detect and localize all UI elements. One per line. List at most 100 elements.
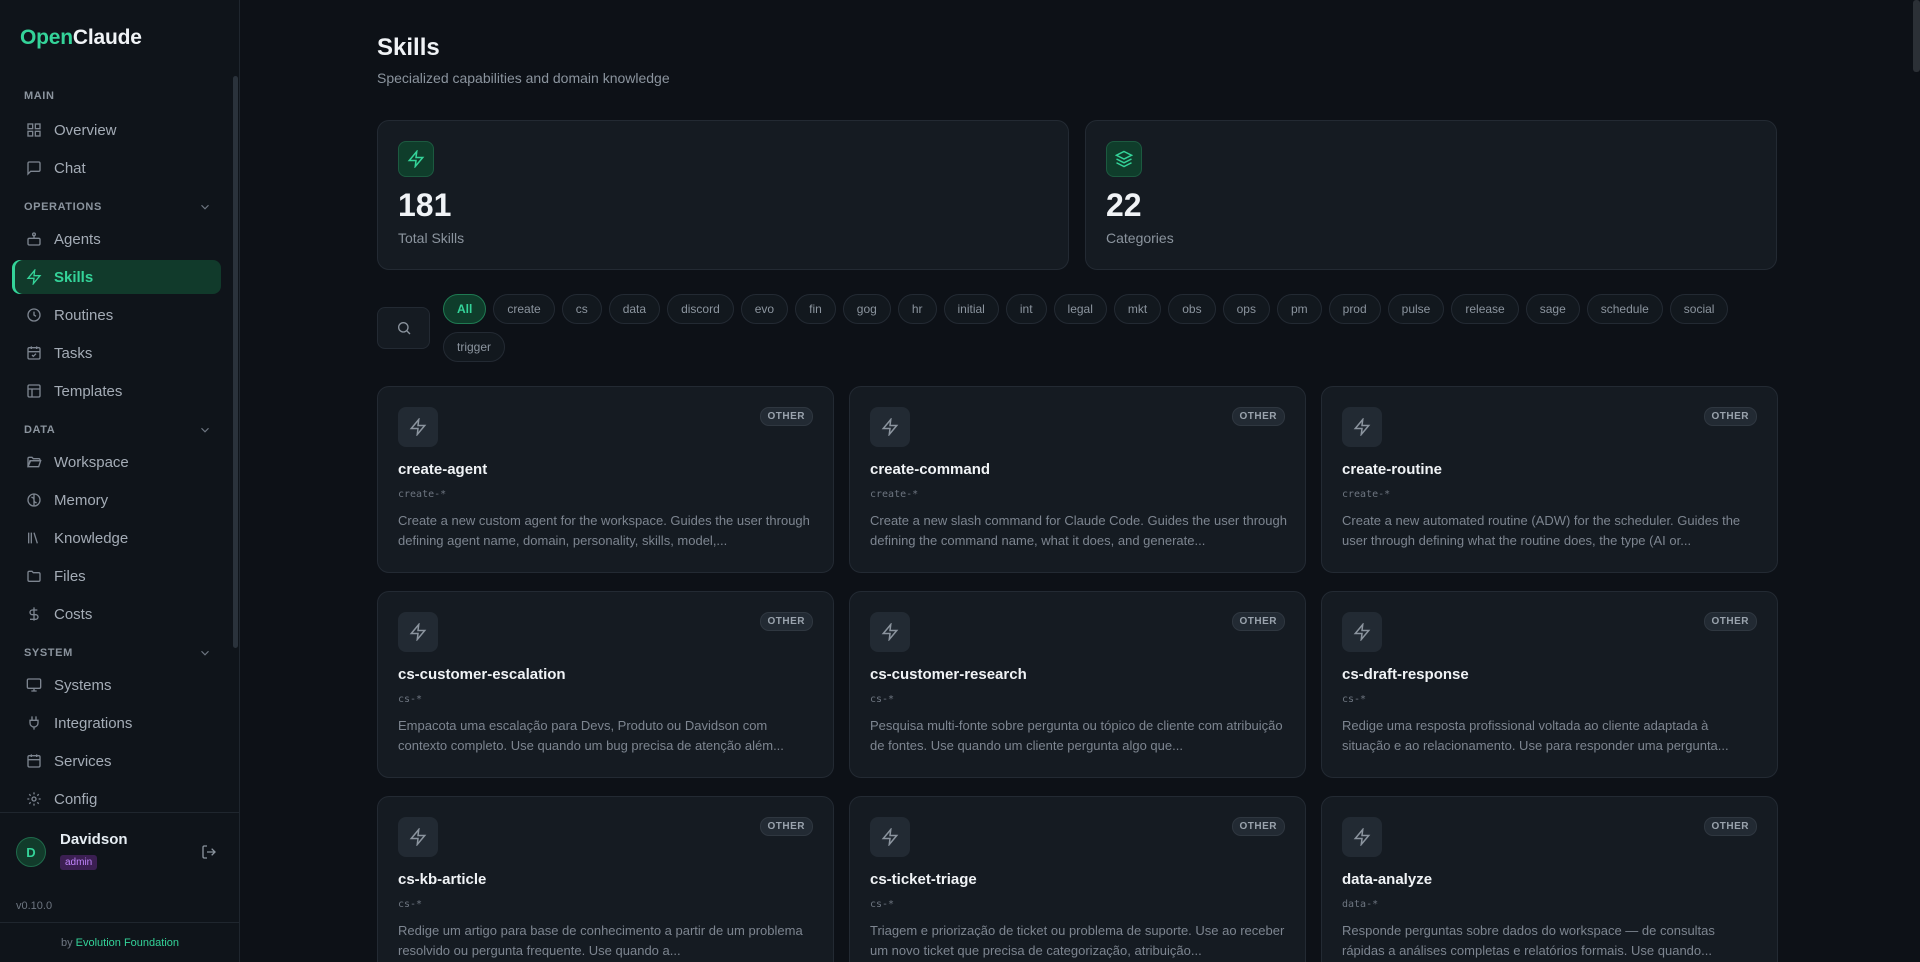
avatar[interactable]: D xyxy=(16,837,46,867)
sidebar-item-agents[interactable]: Agents xyxy=(12,222,221,256)
sidebar-item-label: Overview xyxy=(54,121,117,139)
sidebar-item-label: Agents xyxy=(54,230,101,248)
sidebar-item-integrations[interactable]: Integrations xyxy=(12,706,221,740)
skill-pattern: cs-* xyxy=(1342,694,1367,705)
skill-card[interactable]: OTHER create-command create-* Create a new … xyxy=(849,386,1306,573)
section-system[interactable]: SYSTEM xyxy=(24,647,209,659)
layout-icon xyxy=(27,384,41,398)
zap-icon xyxy=(870,612,910,652)
filter-chip[interactable]: fin xyxy=(795,294,836,324)
stat-label: Categories xyxy=(1106,230,1174,246)
filter-chip[interactable]: ops xyxy=(1222,294,1270,324)
stat-value: 22 xyxy=(1106,187,1142,223)
filter-chip[interactable]: create xyxy=(493,294,555,324)
sidebar-item-label: Workspace xyxy=(54,453,129,471)
filter-chip[interactable]: All xyxy=(443,294,487,324)
filter-chip[interactable]: trigger xyxy=(443,332,506,362)
filter-chip[interactable]: legal xyxy=(1053,294,1107,324)
sidebar-item-files[interactable]: Files xyxy=(12,559,221,593)
filter-chip[interactable]: int xyxy=(1005,294,1047,324)
page-scrollbar[interactable] xyxy=(1913,0,1920,72)
skill-card[interactable]: OTHER create-routine create-* Create a new … xyxy=(1321,386,1778,573)
monitor-icon xyxy=(26,678,42,692)
sidebar-item-chat[interactable]: Chat xyxy=(12,151,221,185)
app-version: v0.10.0 xyxy=(16,900,53,912)
filter-chip[interactable]: hr xyxy=(897,294,937,324)
sidebar-item-config[interactable]: Config xyxy=(12,782,221,816)
sidebar-item-label: Tasks xyxy=(54,344,93,362)
stat-card-total-skills: 181 Total Skills xyxy=(377,120,1069,270)
filter-chip[interactable]: initial xyxy=(943,294,999,324)
grid-icon xyxy=(27,123,41,137)
skill-card[interactable]: OTHER cs-customer-research cs-* Pesquisa mu… xyxy=(849,591,1306,778)
skill-description: Redige uma resposta profissional voltada… xyxy=(1342,718,1729,753)
skill-description: Responde perguntas sobre dados do worksp… xyxy=(1342,923,1715,958)
filter-chip[interactable]: prod xyxy=(1328,294,1381,324)
footer-by: by xyxy=(60,937,73,949)
search-button[interactable] xyxy=(377,307,430,349)
sidebar-item-routines[interactable]: Routines xyxy=(12,298,221,332)
filter-chip[interactable]: data xyxy=(608,294,661,324)
skill-card[interactable]: OTHER cs-ticket-triage cs-* Triagem e prior… xyxy=(849,796,1306,962)
sidebar-scrollbar[interactable] xyxy=(233,76,238,648)
sidebar-item-knowledge[interactable]: Knowledge xyxy=(12,521,221,555)
sidebar-item-services[interactable]: Services xyxy=(12,744,221,778)
footer-brand-link[interactable]: Evolution Foundation xyxy=(76,937,179,949)
skill-pattern: cs-* xyxy=(870,694,895,705)
logo-claude-text: Claude xyxy=(72,26,142,49)
skill-card[interactable]: OTHER cs-customer-escalation cs-* Empacota … xyxy=(377,591,834,778)
chevron-down-icon xyxy=(201,204,209,210)
zap-icon xyxy=(1342,407,1382,447)
stat-label: Total Skills xyxy=(398,230,465,246)
chevron-down-icon xyxy=(201,650,209,656)
skill-card[interactable]: OTHER cs-kb-article cs-* Redige um artigo p… xyxy=(377,796,834,962)
skill-name: create-agent xyxy=(398,461,488,478)
sidebar-item-tasks[interactable]: Tasks xyxy=(12,336,221,370)
sidebar-item-systems[interactable]: Systems xyxy=(12,668,221,702)
search-icon xyxy=(397,322,410,335)
section-data[interactable]: DATA xyxy=(24,424,209,436)
sidebar-item-templates[interactable]: Templates xyxy=(12,374,221,408)
category-badge: OTHER xyxy=(1703,407,1757,426)
sidebar-item-costs[interactable]: Costs xyxy=(12,597,221,631)
skill-card[interactable]: OTHER cs-draft-response cs-* Redige uma res… xyxy=(1321,591,1778,778)
sidebar-item-skills[interactable]: Skills xyxy=(12,260,221,294)
filter-chip[interactable]: social xyxy=(1669,294,1729,324)
skill-card[interactable]: OTHER create-agent create-* Create a new cu… xyxy=(377,386,834,573)
filter-chip[interactable]: gog xyxy=(842,294,891,324)
logout-icon[interactable] xyxy=(201,844,217,860)
sidebar-item-label: Chat xyxy=(54,159,86,177)
skill-card[interactable]: OTHER data-analyze data-* Responde pergunta… xyxy=(1321,796,1778,962)
sidebar-item-overview[interactable]: Overview xyxy=(12,113,221,147)
filter-chip[interactable]: obs xyxy=(1168,294,1216,324)
filter-chip[interactable]: release xyxy=(1451,294,1519,324)
sidebar-item-label: Templates xyxy=(54,382,123,400)
zap-icon xyxy=(398,141,434,177)
user-panel: D Davidson admin xyxy=(0,812,240,888)
skill-name: cs-ticket-triage xyxy=(870,871,977,888)
skill-pattern: cs-* xyxy=(870,899,895,910)
filter-chip[interactable]: schedule xyxy=(1586,294,1663,324)
skill-pattern: data-* xyxy=(1342,899,1379,910)
section-operations[interactable]: OPERATIONS xyxy=(24,201,209,213)
filter-chip[interactable]: pulse xyxy=(1387,294,1445,324)
filter-chip[interactable]: pm xyxy=(1276,294,1322,324)
page-subtitle: Specialized capabilities and domain know… xyxy=(377,70,670,86)
skill-name: cs-customer-escalation xyxy=(398,666,566,683)
filter-chip[interactable]: mkt xyxy=(1113,294,1162,324)
filter-chip[interactable]: evo xyxy=(740,294,789,324)
folder-icon xyxy=(27,570,41,582)
sidebar-item-label: Systems xyxy=(54,676,112,694)
dollar-icon xyxy=(29,607,39,621)
stat-value: 181 xyxy=(398,187,452,223)
sidebar-item-label: Routines xyxy=(54,306,114,324)
sidebar-item-workspace[interactable]: Workspace xyxy=(12,445,221,479)
sidebar-item-memory[interactable]: Memory xyxy=(12,483,221,517)
filter-chip[interactable]: cs xyxy=(561,294,602,324)
app-logo[interactable]: OpenClaude xyxy=(20,26,142,50)
category-badge: OTHER xyxy=(759,612,813,631)
filter-chip[interactable]: sage xyxy=(1525,294,1580,324)
calendar-check-icon xyxy=(27,346,41,360)
filter-chip[interactable]: discord xyxy=(667,294,734,324)
zap-icon xyxy=(398,407,438,447)
